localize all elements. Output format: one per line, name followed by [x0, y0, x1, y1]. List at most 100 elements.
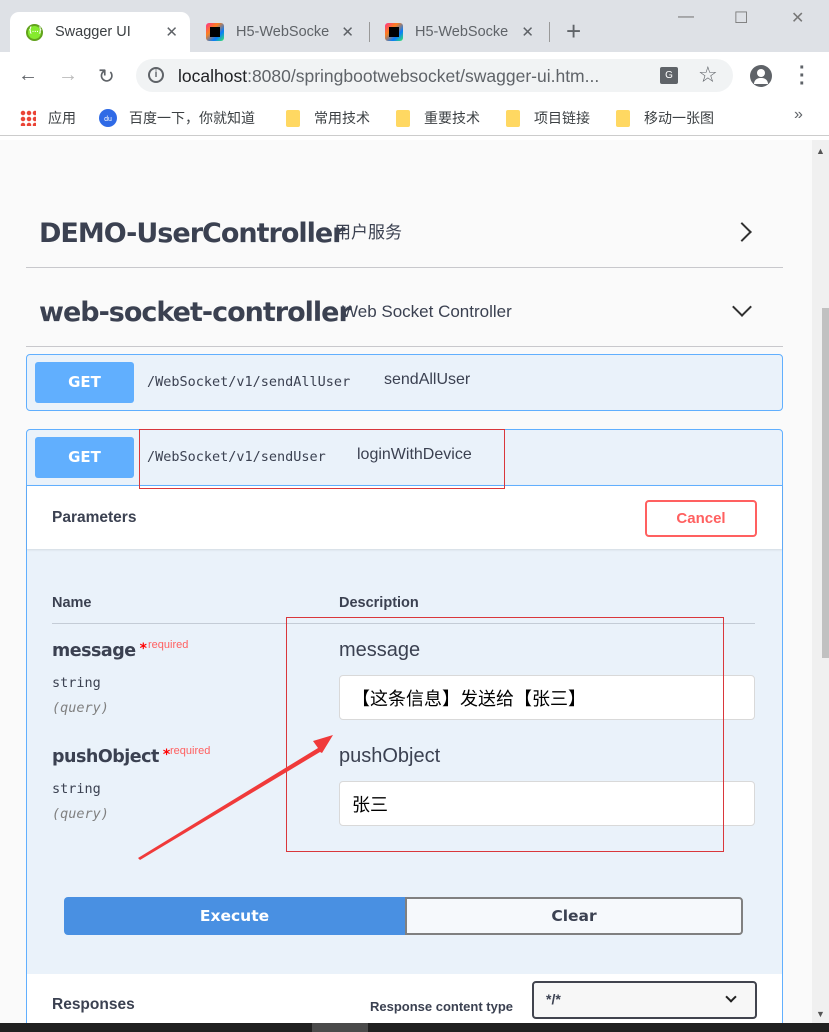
close-tab-icon[interactable]: ✕: [165, 23, 178, 41]
jetbrains-icon: [385, 23, 403, 41]
folder-icon: [286, 109, 300, 127]
swagger-icon: [26, 23, 43, 41]
bookmark-label: 常用技术: [314, 110, 370, 126]
response-content-type-select[interactable]: */*: [532, 981, 757, 1019]
address-bar[interactable]: i localhost:8080/springbootwebsocket/swa…: [136, 59, 733, 92]
column-header-name: Name: [52, 595, 92, 611]
close-tab-icon[interactable]: ✕: [341, 23, 354, 41]
required-label: required: [170, 745, 211, 757]
required-label: required: [148, 639, 189, 651]
param-description: message: [339, 639, 421, 661]
bookmark-label: 移动一张图: [644, 110, 714, 126]
bookmarks-bar: 应用 du 百度一下，你就知道 常用技术 重要技术 项目链接 移动一张图 »: [0, 100, 829, 136]
url-path: :8080/springbootwebsocket/swagger-ui.htm…: [247, 66, 600, 86]
operation-path: /WebSocket/v1/sendAllUser: [147, 374, 351, 390]
page-scrollbar[interactable]: ▲ ▼: [812, 140, 829, 1023]
chevron-down-icon[interactable]: [732, 297, 752, 317]
tag-web-socket-controller[interactable]: web-socket-controller Web Socket Control…: [26, 269, 783, 347]
horizontal-scroll-thumb[interactable]: [312, 1023, 368, 1032]
scroll-up-icon[interactable]: ▲: [816, 146, 825, 156]
responses-header: Responses Response content type */*: [27, 974, 782, 1023]
tag-title: DEMO-UserController: [39, 218, 346, 249]
maximize-button[interactable]: ☐: [734, 8, 748, 28]
forward-button[interactable]: →: [58, 64, 78, 87]
chevron-right-icon[interactable]: [732, 222, 752, 242]
browser-window: Swagger UI ✕ H5-WebSocke ✕ H5-WebSocke ✕…: [0, 0, 829, 1032]
tab-h5-websocket-2[interactable]: H5-WebSocke ✕: [370, 12, 546, 52]
translate-icon[interactable]: G: [660, 67, 678, 84]
parameters-header: Parameters Cancel: [27, 485, 782, 549]
param-type: string: [52, 781, 101, 797]
param-name-message: message *: [52, 641, 147, 661]
bookmark-folder-project-links[interactable]: 项目链接: [506, 108, 590, 128]
browser-toolbar: ← → ↻ i localhost:8080/springbootwebsock…: [0, 52, 829, 100]
tab-title: H5-WebSocke: [236, 24, 330, 40]
bookmark-label: 重要技术: [424, 110, 480, 126]
reload-button[interactable]: ↻: [98, 64, 115, 89]
page-viewport: DEMO-UserController 用户服务 web-socket-cont…: [0, 140, 829, 1023]
pushobject-input[interactable]: [339, 781, 755, 826]
tag-title: web-socket-controller: [39, 297, 352, 328]
scroll-thumb[interactable]: [822, 308, 829, 658]
param-name-pushobject: pushObject *: [52, 747, 170, 767]
tab-strip: Swagger UI ✕ H5-WebSocke ✕ H5-WebSocke ✕…: [0, 0, 829, 52]
responses-title: Responses: [52, 996, 135, 1013]
url-text[interactable]: localhost:8080/springbootwebsocket/swagg…: [178, 66, 599, 87]
browser-menu-icon[interactable]: · · ·: [799, 58, 806, 94]
scroll-down-icon[interactable]: ▼: [816, 1009, 825, 1019]
tab-swagger-ui[interactable]: Swagger UI ✕: [10, 12, 190, 52]
bookmark-baidu[interactable]: du 百度一下，你就知道: [99, 108, 255, 128]
back-button[interactable]: ←: [18, 64, 38, 87]
required-star: *: [162, 747, 170, 763]
bookmark-label: 百度一下，你就知道: [129, 110, 255, 126]
bookmark-apps[interactable]: 应用: [20, 108, 76, 128]
method-badge: GET: [35, 437, 134, 478]
tab-h5-websocket-1[interactable]: H5-WebSocke ✕: [190, 12, 366, 52]
chevron-down-icon: [725, 991, 737, 1003]
parameters-table: Name Description message * required strin…: [27, 549, 782, 974]
close-tab-icon[interactable]: ✕: [521, 23, 534, 41]
tag-description: 用户服务: [334, 223, 402, 242]
horizontal-scrollbar: [0, 1023, 829, 1032]
bookmark-folder-mobile-map[interactable]: 移动一张图: [616, 108, 714, 128]
jetbrains-icon: [206, 23, 224, 41]
close-window-button[interactable]: ✕: [791, 8, 804, 28]
url-host: localhost: [178, 66, 248, 86]
parameters-title: Parameters: [52, 509, 137, 526]
param-location: (query): [52, 806, 109, 822]
apps-icon: [20, 110, 36, 126]
header-divider: [52, 623, 755, 624]
baidu-icon: du: [99, 109, 117, 127]
bookmark-folder-common-tech[interactable]: 常用技术: [286, 108, 370, 128]
account-icon[interactable]: [750, 65, 772, 87]
opblock-sendalluser[interactable]: GET /WebSocket/v1/sendAllUser sendAllUse…: [26, 354, 783, 411]
new-tab-button[interactable]: +: [566, 18, 581, 44]
tag-demo-usercontroller[interactable]: DEMO-UserController 用户服务: [26, 190, 783, 268]
bookmark-star-icon[interactable]: ☆: [698, 62, 718, 88]
param-description: pushObject: [339, 745, 441, 767]
info-icon[interactable]: i: [148, 67, 164, 83]
tab-separator: [549, 22, 550, 42]
tag-description: Web Socket Controller: [342, 302, 512, 321]
tab-title: Swagger UI: [55, 24, 131, 40]
required-star: *: [139, 641, 147, 657]
opblock-summary[interactable]: GET /WebSocket/v1/sendUser loginWithDevi…: [27, 430, 782, 485]
bookmark-folder-important-tech[interactable]: 重要技术: [396, 108, 480, 128]
param-type: string: [52, 675, 101, 691]
bookmark-label: 项目链接: [534, 110, 590, 126]
operation-summary: loginWithDevice: [357, 446, 472, 463]
folder-icon: [396, 109, 410, 127]
bookmarks-more-button[interactable]: »: [794, 106, 803, 124]
cancel-button[interactable]: Cancel: [645, 500, 757, 537]
response-content-type-label: Response content type: [370, 999, 514, 1014]
clear-button[interactable]: Clear: [405, 897, 743, 935]
param-location: (query): [52, 700, 109, 716]
bookmark-label: 应用: [48, 110, 76, 126]
folder-icon: [616, 109, 630, 127]
opblock-summary[interactable]: GET /WebSocket/v1/sendAllUser sendAllUse…: [27, 355, 782, 410]
message-input[interactable]: [339, 675, 755, 720]
execute-button[interactable]: Execute: [64, 897, 405, 935]
opblock-senduser: GET /WebSocket/v1/sendUser loginWithDevi…: [26, 429, 783, 1023]
operation-path: /WebSocket/v1/sendUser: [147, 449, 326, 465]
minimize-button[interactable]: —: [678, 8, 694, 26]
